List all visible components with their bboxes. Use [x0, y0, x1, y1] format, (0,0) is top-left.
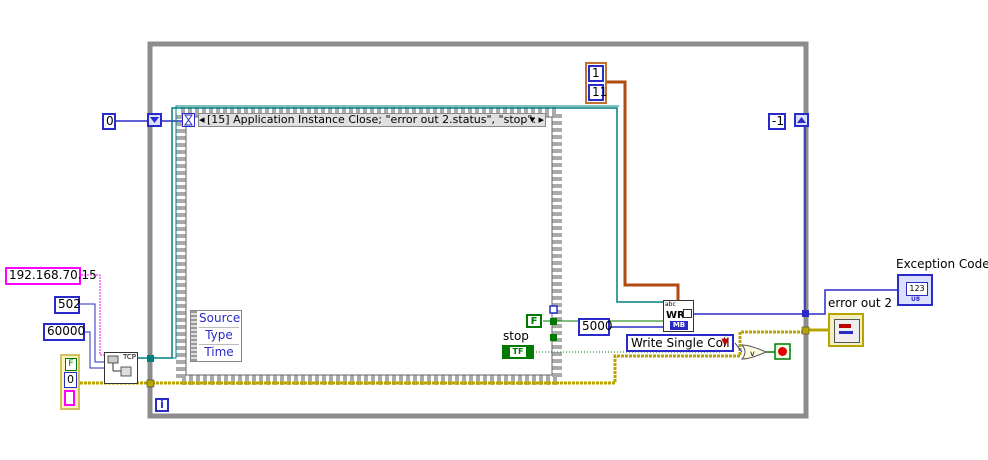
error-tunnel-left — [146, 379, 155, 388]
bool-element[interactable]: F — [65, 358, 77, 371]
event-data-source[interactable]: Source — [199, 311, 240, 328]
function-selector-value: Write Single Coil — [631, 336, 730, 350]
exception-code-indicator[interactable]: 123 U8 — [897, 274, 933, 306]
bool-tunnel-event — [550, 318, 557, 325]
increment-arrow-icon[interactable]: ▸ — [538, 114, 544, 126]
port-constant[interactable]: 502 — [54, 296, 81, 314]
function-selector-ring[interactable]: Write Single Coil ▼ — [626, 334, 734, 352]
dropdown-arrow-icon[interactable]: ▾ — [529, 114, 535, 126]
error-out-indicator[interactable] — [828, 313, 864, 347]
event-data-type[interactable]: Type — [199, 328, 239, 345]
stop-terminal-label: TF — [510, 347, 526, 357]
error-tunnel-right — [801, 326, 810, 335]
wire-diagram: v — [78, 41, 898, 419]
ip-wire — [78, 274, 110, 356]
timeout-constant[interactable]: 60000 — [43, 323, 85, 341]
array-constant[interactable]: 1 11 — [585, 62, 607, 104]
exception-code-label: Exception Code — [896, 257, 988, 271]
triangle-up-icon — [797, 117, 806, 123]
network-icon — [107, 355, 132, 377]
modbus-wr-label: WR — [666, 310, 685, 321]
event-case-label: [15] Application Instance Close; "error … — [207, 113, 537, 126]
decrement-arrow-icon[interactable]: ◂ — [199, 114, 207, 126]
stop-tunnel-event — [550, 334, 557, 341]
modbus-write-node[interactable]: abc WR MB — [663, 300, 694, 332]
code-element[interactable]: 0 — [64, 372, 77, 388]
false-constant[interactable]: F — [526, 314, 542, 328]
event-data-node: Source Type Time — [190, 310, 242, 362]
numeric-tunnel-right — [802, 310, 809, 317]
event-case-selector[interactable]: ◂ [15] Application Instance Close; "error… — [198, 113, 546, 127]
exception-type-label: U8 — [911, 296, 921, 303]
stop-terminal[interactable]: TF — [502, 345, 534, 359]
stop-circle-icon — [778, 347, 787, 356]
event-data-time[interactable]: Time — [199, 345, 239, 361]
source-element[interactable] — [64, 390, 75, 406]
ip-address-constant[interactable]: 192.168.70.15 — [5, 267, 97, 285]
iteration-terminal[interactable]: i — [155, 398, 169, 412]
stop-label: stop — [503, 329, 529, 343]
error-out-label: error out 2 — [828, 296, 892, 310]
modbus-mb-label: MB — [670, 321, 688, 330]
tcp-open-node[interactable]: TCP — [104, 352, 138, 384]
svg-text:v: v — [750, 349, 755, 358]
refnum-tunnel — [147, 355, 154, 362]
dropdown-arrow-icon[interactable]: ▼ — [721, 336, 729, 350]
array-element-1[interactable]: 1 — [588, 65, 604, 82]
array-element-2[interactable]: 11 — [588, 84, 607, 101]
event-timeout-constant[interactable]: 0 — [102, 113, 116, 130]
triangle-down-icon — [150, 117, 159, 123]
numeric-tunnel-event — [549, 305, 558, 314]
write-timeout-constant[interactable]: 5000 — [578, 318, 613, 336]
hourglass-icon — [182, 113, 195, 127]
exception-numeric-display: 123 — [906, 282, 928, 296]
modbus-io-icon — [683, 309, 692, 318]
loop-result-constant[interactable]: -1 — [768, 113, 786, 130]
shift-register-right — [794, 113, 809, 127]
error-cluster-constant[interactable]: F 0 — [60, 354, 80, 410]
shift-register-left — [147, 113, 162, 127]
